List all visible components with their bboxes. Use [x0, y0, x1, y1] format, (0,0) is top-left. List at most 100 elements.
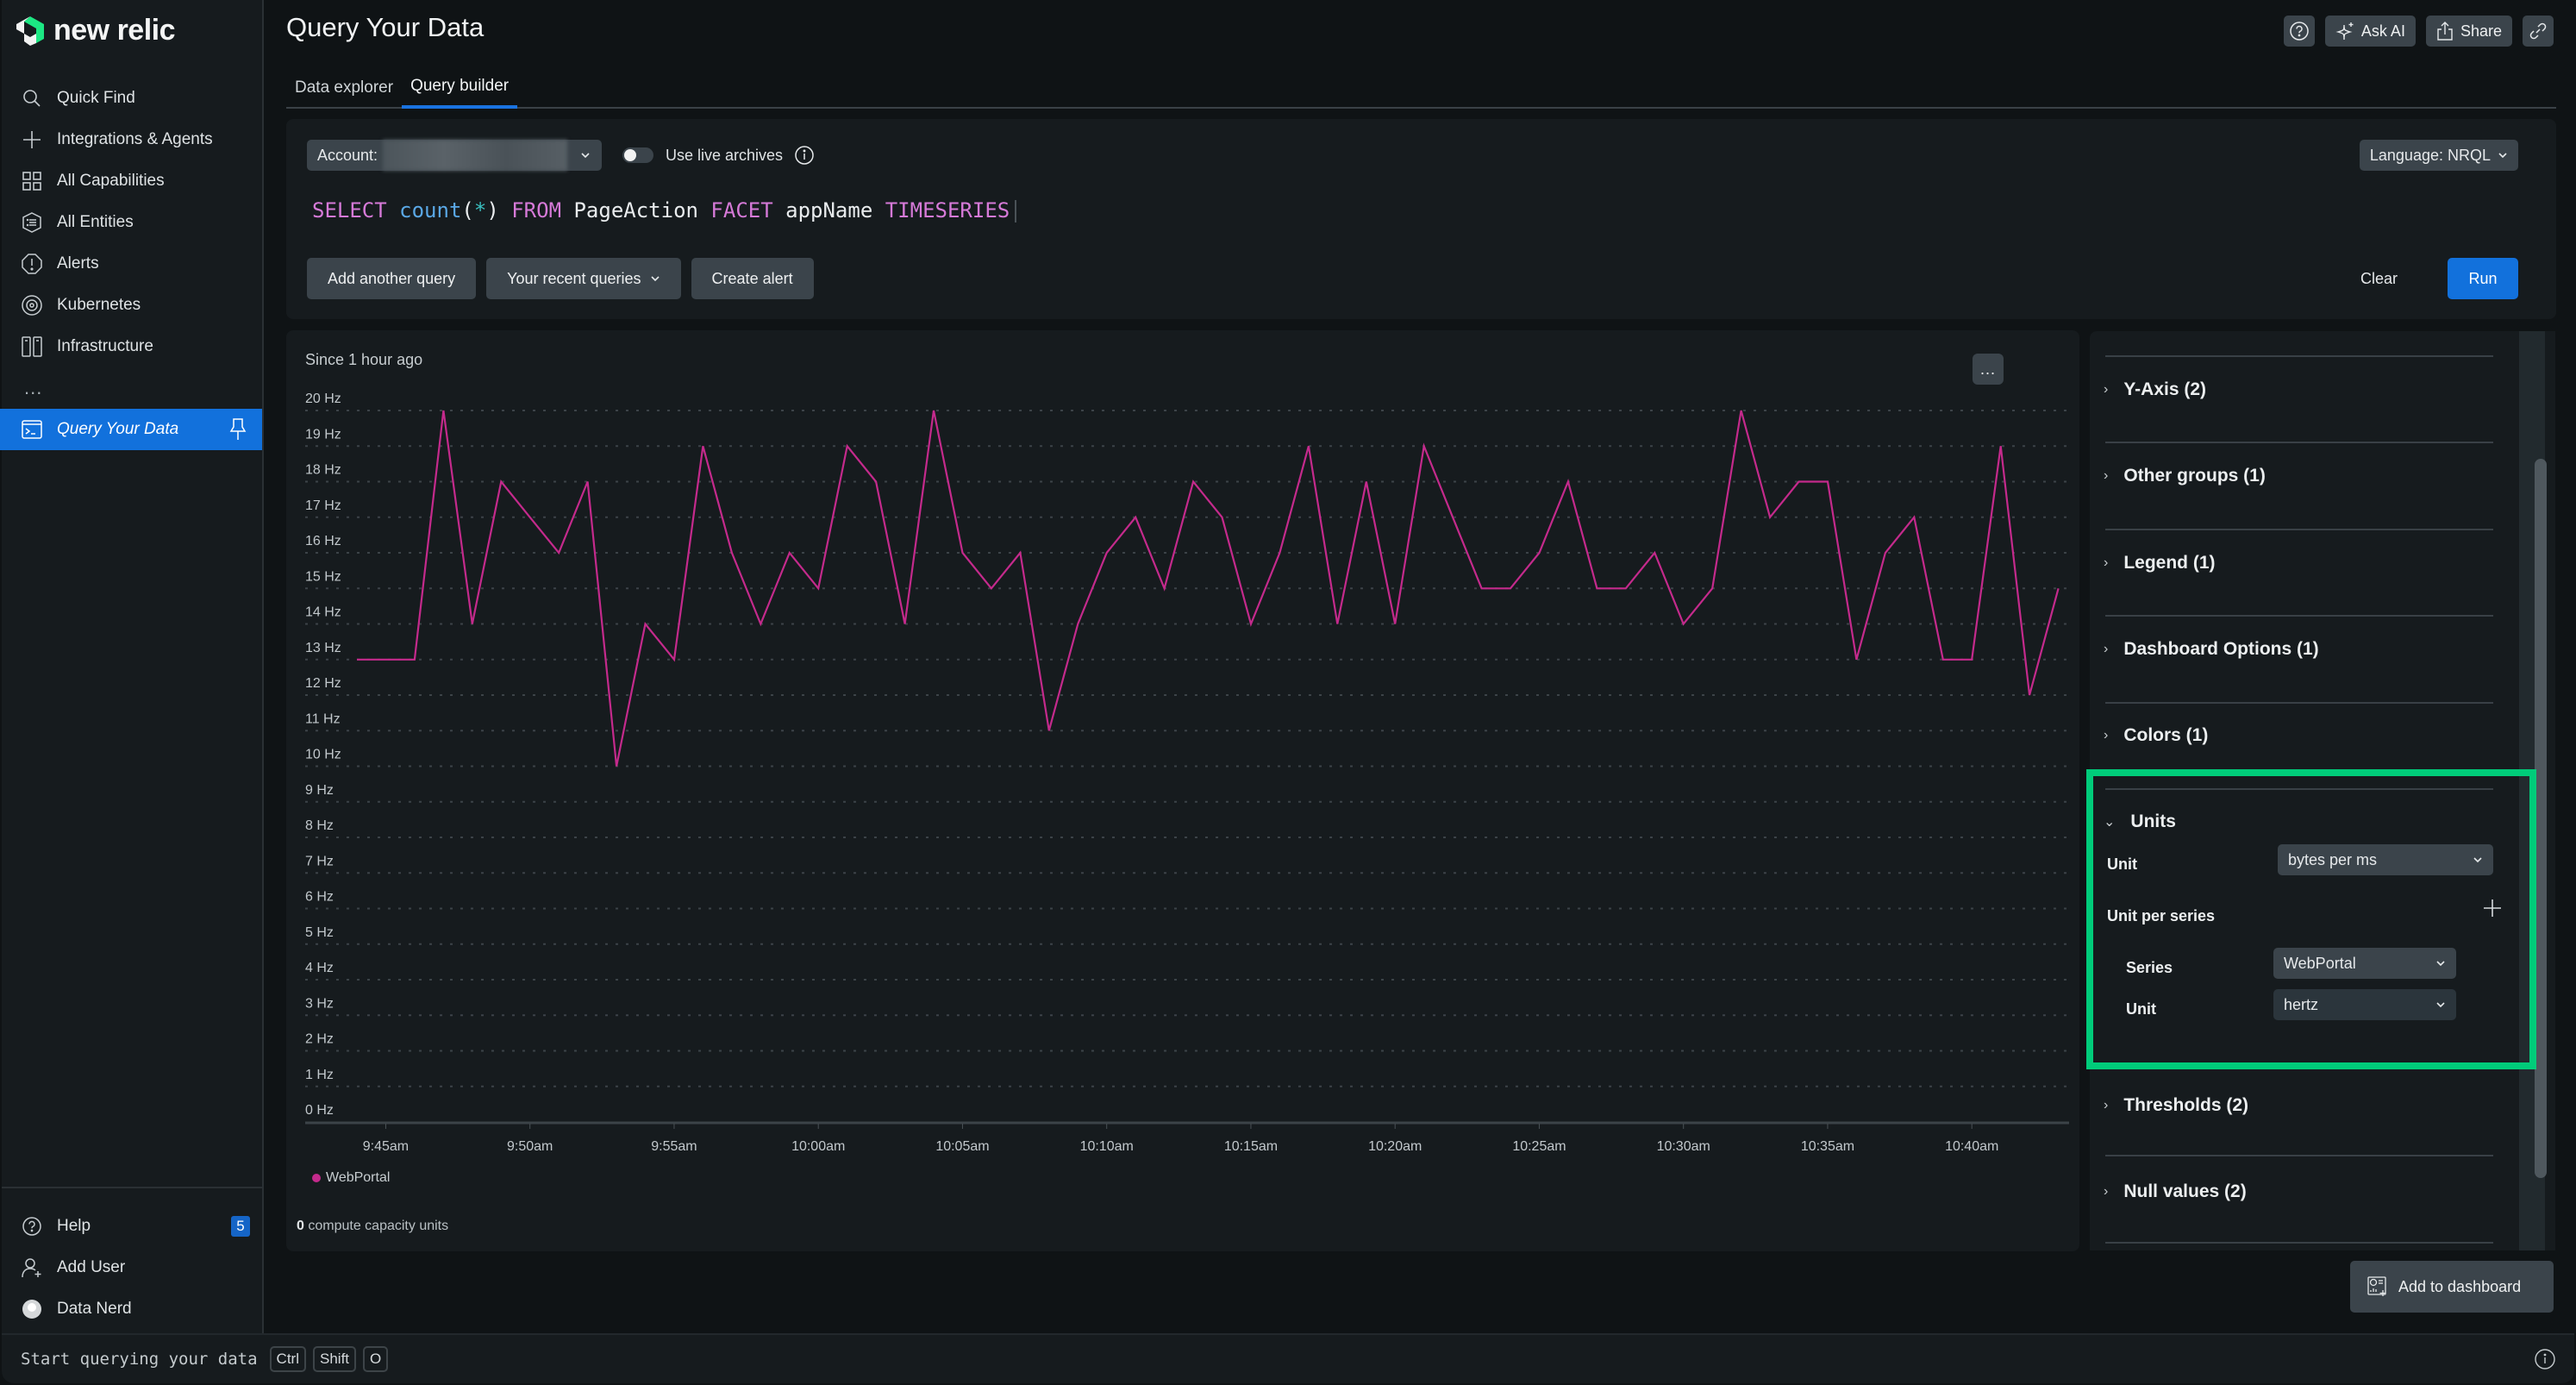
settings-section-colors[interactable]: › Colors (1) [2104, 725, 2208, 746]
ask-ai-button[interactable]: Ask AI [2324, 16, 2416, 47]
settings-section-other-groups[interactable]: › Other groups (1) [2104, 466, 2266, 486]
sidebar-more-button[interactable]: ... [2, 367, 262, 409]
tab-query-builder[interactable]: Query builder [402, 67, 518, 109]
compute-value: 0 [297, 1219, 304, 1233]
section-divider [2105, 529, 2493, 530]
chart-panel: 0 Hz 1 Hz 2 Hz 3 Hz 4 Hz 5 Hz 6 Hz 7 Hz 8 Hz 9 Hz… [286, 330, 2079, 1251]
section-title: Legend (1) [2123, 553, 2216, 573]
section-title: Y-Axis (2) [2123, 379, 2207, 399]
section-divider [2105, 1155, 2493, 1156]
account-select[interactable]: Account: [307, 140, 602, 171]
query-shortcut-hint: Start querying your data [21, 1350, 258, 1369]
y-tick-label: 12 Hz [305, 676, 341, 691]
settings-section-legend[interactable]: › Legend (1) [2104, 553, 2216, 573]
sidebar-item-query-your-data[interactable]: Query Your Data [0, 409, 262, 450]
nrql-keyword: TIMESERIES [885, 198, 1010, 222]
sidebar-item-help[interactable]: Help 5 [2, 1206, 262, 1247]
add-to-dashboard-button[interactable]: Add to dashboard [2350, 1261, 2554, 1313]
chevron-down-icon [2498, 153, 2507, 159]
chevron-right-icon: › [2104, 382, 2109, 397]
key-shift: Shift [313, 1346, 357, 1372]
chart-legend-item[interactable]: WebPortal [312, 1170, 390, 1186]
add-user-icon [21, 1257, 43, 1279]
sidebar-item-kubernetes[interactable]: Kubernetes [2, 285, 262, 326]
chevron-right-icon: › [2104, 1098, 2109, 1112]
y-tick-label: 19 Hz [305, 427, 341, 442]
y-tick-label: 14 Hz [305, 605, 341, 620]
add-another-query-button[interactable]: Add another query [307, 258, 477, 299]
infrastructure-icon [21, 335, 43, 358]
alert-icon [21, 253, 43, 275]
sidebar-item-label: Quick Find [57, 89, 135, 107]
sidebar-item-alerts[interactable]: Alerts [2, 243, 262, 285]
y-tick-label: 7 Hz [305, 854, 334, 868]
sidebar-item-label: All Capabilities [57, 172, 165, 190]
section-title: Other groups (1) [2123, 466, 2266, 486]
link-icon [2529, 22, 2547, 40]
sidebar-item-quick-find[interactable]: Quick Find [2, 78, 262, 119]
settings-section-thresholds[interactable]: › Thresholds (2) [2104, 1095, 2248, 1116]
x-tick-label: 9:50am [507, 1139, 553, 1154]
sidebar-item-label: Integrations & Agents [57, 130, 213, 148]
run-button[interactable]: Run [2448, 258, 2518, 299]
query-action-buttons: Add another query Your recent queries Cr… [307, 258, 814, 299]
sidebar-item-all-entities[interactable]: All Entities [2, 202, 262, 243]
chevron-right-icon: › [2104, 1184, 2109, 1199]
tab-data-explorer[interactable]: Data explorer [286, 67, 402, 109]
sidebar-item-integrations[interactable]: Integrations & Agents [2, 119, 262, 160]
y-tick-label: 17 Hz [305, 498, 341, 513]
compute-capacity-units: 0 compute capacity units [297, 1219, 448, 1234]
text-cursor [1015, 200, 1017, 222]
nrql-query-input[interactable]: SELECT count(*) FROM PageAction FACET ap… [312, 198, 1017, 222]
chart-time-range: Since 1 hour ago [305, 351, 423, 368]
y-tick-label: 15 Hz [305, 569, 341, 584]
share-button[interactable]: Share [2425, 16, 2512, 47]
account-value-redacted [383, 140, 567, 171]
info-icon[interactable] [795, 146, 814, 165]
sidebar-item-label: Add User [57, 1258, 126, 1276]
create-alert-button[interactable]: Create alert [691, 258, 814, 299]
help-button[interactable] [2283, 16, 2315, 47]
copy-link-button[interactable] [2523, 16, 2554, 47]
sidebar-bottom: Help 5 Add User Data Nerd [2, 1187, 262, 1330]
section-title: Null values (2) [2123, 1181, 2247, 1201]
share-icon [2437, 22, 2453, 41]
sidebar-item-infrastructure[interactable]: Infrastructure [2, 326, 262, 367]
sidebar-item-user-profile[interactable]: Data Nerd [2, 1288, 262, 1330]
y-tick-label: 2 Hz [305, 1032, 334, 1047]
sidebar-item-all-capabilities[interactable]: All Capabilities [2, 160, 262, 202]
recent-queries-button[interactable]: Your recent queries [486, 258, 681, 299]
sidebar-item-label: Kubernetes [57, 296, 141, 314]
key-o: O [363, 1346, 389, 1372]
settings-section-null-values[interactable]: › Null values (2) [2104, 1181, 2247, 1202]
chart-more-options-button[interactable]: ... [1973, 354, 2004, 385]
settings-section-dashboard-options[interactable]: › Dashboard Options (1) [2104, 639, 2319, 660]
sidebar-item-add-user[interactable]: Add User [2, 1247, 262, 1288]
settings-scrollbar-thumb[interactable] [2535, 459, 2547, 1178]
clear-button[interactable]: Clear [2360, 258, 2398, 299]
live-archives-label: Use live archives [666, 146, 784, 164]
y-tick-label: 11 Hz [305, 711, 341, 726]
language-select[interactable]: Language: NRQL [2359, 140, 2518, 171]
nrql-paren: ( [461, 198, 474, 222]
y-tick-label: 13 Hz [305, 641, 341, 655]
settings-section-y-axis[interactable]: › Y-Axis (2) [2104, 379, 2206, 400]
button-label: Add to dashboard [2398, 1277, 2522, 1295]
x-tick-label: 10:00am [791, 1139, 845, 1154]
language-label: Language: NRQL [2369, 146, 2491, 164]
y-tick-label: 20 Hz [305, 392, 341, 406]
dashboard-add-icon [2367, 1276, 2386, 1296]
info-icon[interactable] [2535, 1349, 2555, 1374]
new-relic-logo[interactable]: new relic [16, 14, 176, 47]
live-archives-control: Use live archives [622, 140, 814, 171]
x-tick-label: 10:15am [1224, 1139, 1278, 1154]
main-tabs: Data explorer Query builder [286, 67, 2556, 109]
x-tick-label: 10:10am [1080, 1139, 1134, 1154]
button-label: Your recent queries [507, 269, 641, 287]
live-archives-toggle[interactable] [622, 147, 653, 163]
sidebar-item-label: All Entities [57, 213, 134, 231]
nrql-paren: ) [486, 198, 499, 222]
sidebar: new relic Quick Find Integrations & Agen… [0, 0, 264, 1333]
section-divider [2105, 442, 2493, 443]
pin-icon[interactable] [229, 418, 247, 446]
